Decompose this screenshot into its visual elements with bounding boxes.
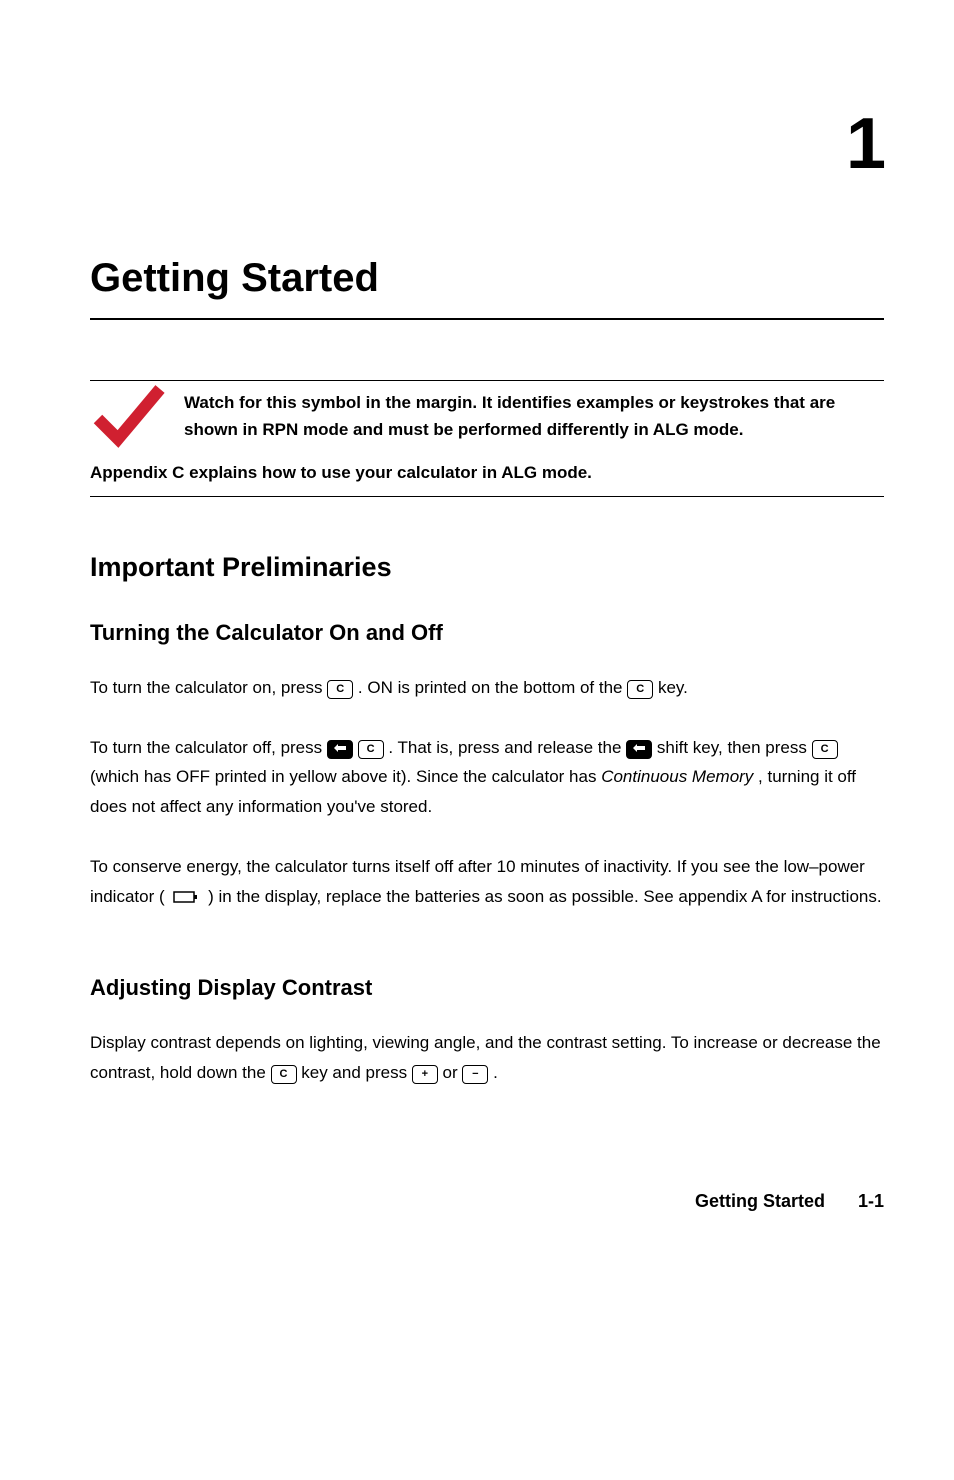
callout-text-1: Watch for this symbol in the margin. It … — [184, 389, 884, 443]
paragraph-contrast: Display contrast depends on lighting, vi… — [90, 1028, 884, 1088]
text-italic: Continuous Memory — [601, 767, 753, 786]
key-c: C — [271, 1065, 297, 1084]
callout-text-2: Appendix C explains how to use your calc… — [90, 459, 884, 486]
text: . That is, press and release the — [388, 738, 626, 757]
key-shift-icon — [327, 740, 353, 759]
paragraph-conserve: To conserve energy, the calculator turns… — [90, 852, 884, 914]
footer-title: Getting Started — [695, 1191, 825, 1211]
text: key. — [658, 678, 688, 697]
chapter-title: Getting Started — [90, 248, 884, 320]
key-c: C — [627, 680, 653, 699]
text: key and press — [301, 1063, 412, 1082]
text: or — [443, 1063, 463, 1082]
text: . ON is printed on the bottom of the — [358, 678, 627, 697]
page-footer: Getting Started 1-1 — [90, 1188, 884, 1215]
checkmark-icon — [90, 383, 166, 457]
key-shift-icon — [626, 740, 652, 759]
paragraph-turning-off: To turn the calculator off, press C . Th… — [90, 733, 884, 822]
text: To turn the calculator off, press — [90, 738, 327, 757]
footer-page-number: 1-1 — [858, 1191, 884, 1211]
text: shift key, then press — [657, 738, 812, 757]
paragraph-turning-on: To turn the calculator on, press C . ON … — [90, 673, 884, 703]
text: . — [493, 1063, 498, 1082]
key-c: C — [358, 740, 384, 759]
text: (which has OFF printed in yellow above i… — [90, 767, 601, 786]
battery-icon — [173, 884, 199, 914]
callout-box: Watch for this symbol in the margin. It … — [90, 380, 884, 497]
key-c: C — [812, 740, 838, 759]
key-plus: + — [412, 1065, 438, 1084]
section-heading-important: Important Preliminaries — [90, 547, 884, 588]
text: To turn the calculator on, press — [90, 678, 327, 697]
subsection-heading-turning: Turning the Calculator On and Off — [90, 616, 884, 649]
key-minus: − — [462, 1065, 488, 1084]
subsection-heading-contrast: Adjusting Display Contrast — [90, 971, 884, 1004]
key-c: C — [327, 680, 353, 699]
text: ) in the display, replace the batteries … — [208, 887, 881, 906]
chapter-number: 1 — [90, 90, 884, 198]
